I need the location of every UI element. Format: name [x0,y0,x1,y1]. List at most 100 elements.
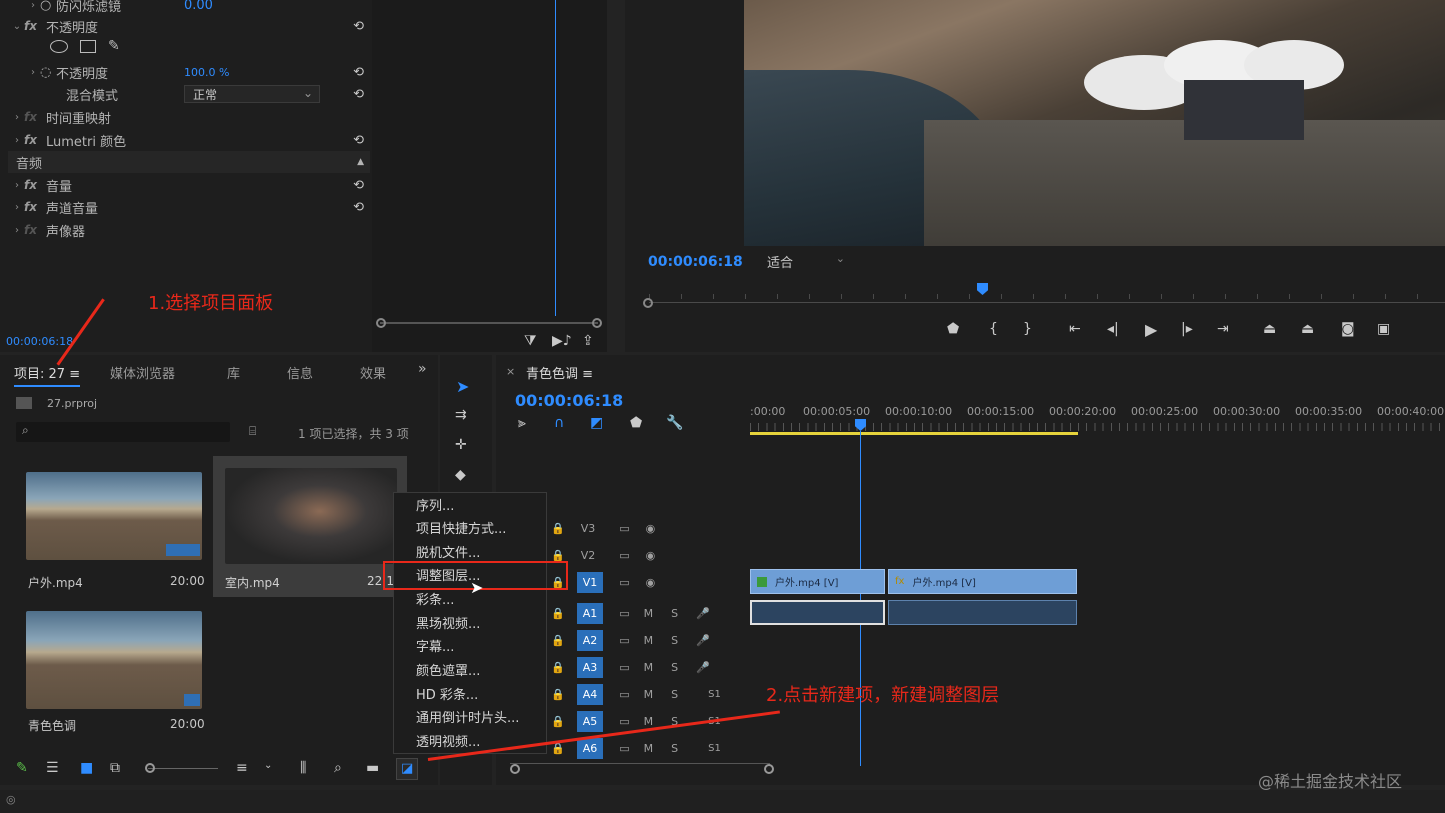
menu-item-captions[interactable]: 字幕... [416,636,454,655]
scroll-handle-left[interactable] [376,318,386,328]
zoom-slider[interactable] [148,768,218,769]
step-back-icon[interactable]: ◂| [1107,321,1119,337]
program-scrubber[interactable] [649,302,1445,303]
scroll-handle-right[interactable] [592,318,602,328]
fit-select[interactable]: 适合 ⌄ [757,252,849,271]
scroll-handle-right[interactable] [764,764,774,774]
lock-icon[interactable]: 🔒 [551,715,565,728]
lock-icon[interactable]: 🔒 [551,634,565,647]
ec-row-channel-volume[interactable]: › fx 声道音量 ⟲ [10,196,372,218]
mute-button[interactable]: M [644,742,654,755]
sync-icon[interactable]: ▭ [619,549,629,562]
tab-media-browser[interactable]: 媒体浏览器 [110,363,175,382]
reset-icon[interactable]: ⟲ [353,200,364,215]
step-forward-icon[interactable]: |▸ [1181,321,1193,337]
zoom-slider-handle[interactable] [145,763,155,773]
timeline-scrollbar[interactable] [510,763,770,764]
track-select-icon[interactable]: ⇉ [455,407,467,423]
pen-mask-icon[interactable]: ✎ [108,38,120,54]
play-icon[interactable]: ▶ [1145,320,1157,339]
freeform-view-icon[interactable]: ⧉ [110,760,120,776]
audio-clip[interactable] [888,600,1077,625]
new-bin-icon[interactable]: ▬ [366,760,379,776]
camera-icon[interactable]: ◙ [1341,321,1355,337]
filter-icon[interactable]: ⧩ [524,333,537,349]
mark-in-icon[interactable]: { [989,321,998,337]
zoom-handle[interactable] [643,298,653,308]
tab-info[interactable]: 信息 [287,363,313,382]
reset-icon[interactable]: ⟲ [353,19,364,34]
linked-selection-icon[interactable]: ◩ [590,415,603,431]
blend-mode-select[interactable]: 正常 ⌄ [184,85,320,103]
sync-icon[interactable]: ▭ [619,688,629,701]
chevron-right-icon[interactable]: › [26,0,40,11]
selection-tool-icon[interactable]: ➤ [456,377,469,396]
mark-out-icon[interactable]: } [1023,321,1032,337]
mute-button[interactable]: M [644,661,654,674]
mic-icon[interactable]: 🎤 [696,634,710,647]
menu-item-countdown[interactable]: 通用倒计时片头... [416,707,519,726]
ec-row-volume[interactable]: › fx 音量 ⟲ [10,174,372,196]
rect-mask-icon[interactable] [80,40,96,53]
menu-item-hd-bars[interactable]: HD 彩条... [416,684,478,703]
lift-icon[interactable]: ⏏ [1263,321,1276,337]
chevron-right-icon[interactable]: › [10,180,24,191]
tab-project[interactable]: 项目: 27 ≡ [14,363,81,387]
program-timecode[interactable]: 00:00:06:18 [648,254,743,270]
reset-icon[interactable]: ⟲ [353,65,364,80]
new-bin-from-search-icon[interactable]: ⌸ [249,424,256,439]
icon-view-icon[interactable]: ■ [80,760,93,776]
ec-row-opacity-group[interactable]: ⌄ fx 不透明度 ⟲ [10,15,372,37]
close-icon[interactable]: × [506,365,515,378]
mute-button[interactable]: M [644,688,654,701]
play-audio-icon[interactable]: ▶♪ [552,333,572,349]
ec-row-flicker[interactable]: › ○ 防闪烁滤镜 0.00 [26,0,213,16]
menu-item-transparent-video[interactable]: 透明视频... [416,731,480,750]
video-clip[interactable]: fx 户外.mp4 [V] [888,569,1077,594]
project-item-selected[interactable]: 室内.mp4 22:1 [213,456,407,597]
mic-icon[interactable]: 🎤 [696,661,710,674]
sync-icon[interactable]: ▭ [619,742,629,755]
new-item-button[interactable]: ◪ [396,758,418,780]
find-icon[interactable]: ⌕ [334,760,342,776]
project-item[interactable]: 青色色调 20:00 [16,599,212,736]
ec-row-blend[interactable]: 混合模式 正常 ⌄ ⟲ [66,83,372,105]
search-input[interactable]: ⌕ [16,422,230,442]
chevron-right-icon[interactable]: › [10,112,24,123]
work-area-bar[interactable] [750,432,1078,435]
scroll-handle-left[interactable] [510,764,520,774]
eye-icon[interactable]: ◉ [646,522,656,535]
ec-timecode[interactable]: 00:00:06:18 [6,335,73,348]
time-ruler[interactable]: :00:00 00:00:05:00 00:00:10:00 00:00:15:… [750,355,1445,437]
ec-row-lumetri[interactable]: › fx Lumetri 颜色 ⟲ [10,129,372,151]
eye-icon[interactable]: ◉ [646,549,656,562]
lock-icon[interactable]: 🔒 [551,688,565,701]
chevron-right-icon[interactable]: › [26,67,40,78]
lock-icon[interactable]: 🔒 [551,522,565,535]
sync-icon[interactable]: ▭ [619,607,629,620]
tab-library[interactable]: 库 [227,363,240,382]
go-to-out-icon[interactable]: ⇥ [1217,321,1229,337]
program-video-frame[interactable] [744,0,1445,246]
reset-icon[interactable]: ⟲ [353,178,364,193]
ellipse-mask-icon[interactable] [50,40,68,53]
marker-icon[interactable]: ⬟ [947,321,959,337]
reset-icon[interactable]: ⟲ [353,133,364,148]
mute-button[interactable]: M [644,634,654,647]
razor-icon[interactable]: ◆ [455,467,466,483]
stopwatch-icon[interactable]: ◌ [40,65,56,80]
compare-icon[interactable]: ▣ [1377,321,1390,337]
nest-icon[interactable]: ⫸ [518,415,526,431]
list-view-icon[interactable]: ☰ [46,760,59,776]
tab-sequence[interactable]: 青色色调 ≡ [526,363,593,382]
solo-button[interactable]: S [671,661,678,674]
audio-clip[interactable] [750,600,885,625]
export-icon[interactable]: ⇪ [582,333,594,349]
video-clip[interactable]: 户外.mp4 [V] [750,569,885,594]
ec-row-opacity[interactable]: › ◌ 不透明度 100.0 % ⟲ [26,61,372,83]
ec-scrollbar[interactable] [380,322,598,324]
lock-icon[interactable]: 🔒 [551,607,565,620]
add-marker-icon[interactable]: ⬟ [630,415,642,431]
tab-effects[interactable]: 效果 [360,363,386,382]
more-tabs-icon[interactable]: » [418,361,427,377]
